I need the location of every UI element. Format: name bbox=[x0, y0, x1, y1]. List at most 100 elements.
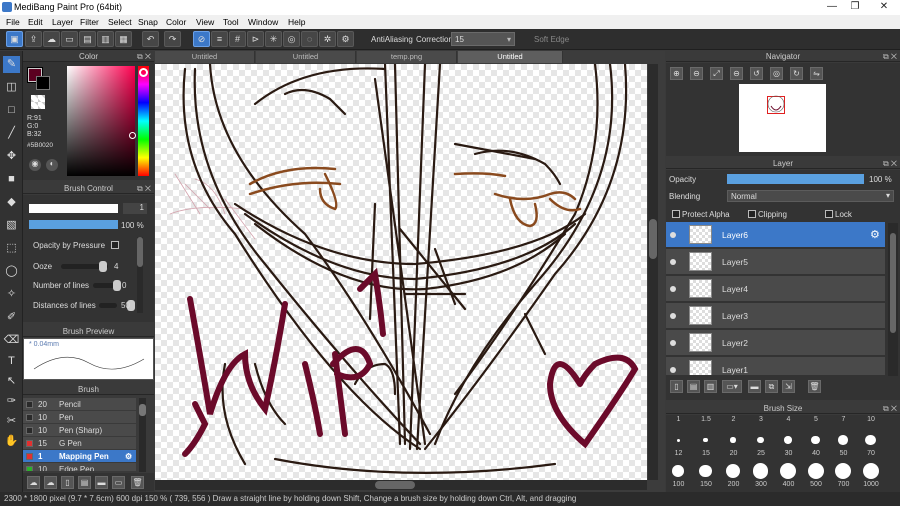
brush-size-option[interactable]: 100 bbox=[665, 481, 692, 488]
snap-parallel-icon[interactable]: ≡ bbox=[211, 31, 228, 47]
zoom-in-icon[interactable]: ⊕ bbox=[670, 67, 683, 80]
bucket-tool-icon[interactable]: ◆ bbox=[3, 194, 20, 211]
snap-settings-icon[interactable]: ✲ bbox=[319, 31, 336, 47]
layer-item[interactable]: Layer1 bbox=[666, 357, 885, 376]
add-brush-cloud-icon[interactable]: ☁ bbox=[27, 476, 40, 489]
menu-color[interactable]: Color bbox=[166, 17, 186, 27]
redo-icon[interactable]: ↷ bbox=[164, 31, 181, 47]
visibility-eye-icon[interactable] bbox=[670, 340, 676, 346]
snap-circle-icon[interactable]: ◎ bbox=[283, 31, 300, 47]
brush-size-dot[interactable] bbox=[730, 437, 736, 443]
transparent-swatch[interactable] bbox=[31, 95, 45, 109]
brush-size-dot[interactable] bbox=[699, 464, 712, 478]
brush-size-option[interactable]: 4 bbox=[775, 416, 802, 423]
brush-size-dot[interactable] bbox=[752, 463, 769, 479]
visibility-eye-icon[interactable] bbox=[670, 367, 676, 373]
protect-alpha-checkbox[interactable] bbox=[672, 210, 680, 218]
scrollbar-thumb[interactable] bbox=[890, 233, 896, 333]
brush-size-dot[interactable] bbox=[835, 463, 851, 479]
brush-size-dot[interactable] bbox=[676, 438, 680, 442]
select-tool-icon[interactable]: ⬚ bbox=[3, 240, 20, 257]
layer-item[interactable]: Layer3 bbox=[666, 303, 885, 329]
brush-size-dot[interactable] bbox=[703, 437, 708, 443]
brush-size-option[interactable]: 1.5 bbox=[693, 416, 720, 423]
tab-temp-png[interactable]: temp.png bbox=[357, 51, 457, 63]
layer-item[interactable]: Layer5 bbox=[666, 249, 885, 275]
brush-item[interactable]: 10 Edge Pen bbox=[23, 463, 136, 472]
delete-brush-icon[interactable]: 🗑 bbox=[131, 476, 144, 489]
panel-menu-icon[interactable]: ⧉ ✕ bbox=[883, 158, 897, 169]
brush-size-value[interactable]: 1 bbox=[123, 203, 147, 214]
brush-item[interactable]: 10 Pen bbox=[23, 411, 136, 424]
brush-cloud-icon[interactable]: ☁ bbox=[44, 476, 57, 489]
snap-grid-icon[interactable]: # bbox=[229, 31, 246, 47]
menu-help[interactable]: Help bbox=[288, 17, 305, 27]
brush-size-option[interactable]: 10 bbox=[858, 416, 885, 423]
brush-size-dot[interactable] bbox=[757, 436, 764, 444]
maximize-button[interactable]: ❐ bbox=[845, 1, 865, 12]
menu-view[interactable]: View bbox=[196, 17, 214, 27]
rotate-left-icon[interactable]: ↺ bbox=[750, 67, 763, 80]
brush-settings-gear-icon[interactable]: ⚙ bbox=[125, 450, 132, 463]
brush-size-dot[interactable] bbox=[726, 464, 740, 478]
layer-list-scrollbar[interactable] bbox=[888, 223, 898, 376]
new-halftone-layer-icon[interactable]: ▤ bbox=[687, 380, 700, 393]
brush-size-dot[interactable] bbox=[838, 435, 848, 445]
brush-size-option[interactable]: 7 bbox=[830, 416, 857, 423]
scrollbar-thumb[interactable] bbox=[139, 404, 146, 416]
brush-opacity-bar[interactable] bbox=[29, 220, 118, 229]
brush-size-option[interactable]: 300 bbox=[748, 481, 775, 488]
brush-item[interactable]: 15 G Pen bbox=[23, 437, 136, 450]
clipping-checkbox[interactable] bbox=[748, 210, 756, 218]
layer-opacity-track[interactable] bbox=[727, 174, 864, 184]
rotate-reset-icon[interactable]: ◎ bbox=[770, 67, 783, 80]
brush-item[interactable]: 20 Pencil bbox=[23, 398, 136, 411]
brush-control-scrollbar[interactable] bbox=[137, 237, 143, 313]
panel-menu-icon[interactable]: ⧉ ✕ bbox=[137, 183, 151, 194]
layer-settings-gear-icon[interactable]: ⚙ bbox=[870, 228, 880, 241]
move-tool-icon[interactable]: ✥ bbox=[3, 148, 20, 165]
snap-curve-icon[interactable]: ◌ bbox=[301, 31, 318, 47]
page-icon[interactable]: ▤ bbox=[79, 31, 96, 47]
brush-size-option[interactable]: 150 bbox=[693, 481, 720, 488]
brush-size-option[interactable]: 15 bbox=[693, 450, 720, 457]
lasso-tool-icon[interactable]: ◯ bbox=[3, 263, 20, 280]
fill-rect-tool-icon[interactable]: ■ bbox=[3, 171, 20, 188]
correction-dropdown[interactable]: 15 ▾ bbox=[451, 32, 515, 46]
close-button[interactable]: ✕ bbox=[874, 1, 894, 12]
eyedropper-tool-icon[interactable]: ✑ bbox=[3, 393, 20, 410]
menu-file[interactable]: File bbox=[6, 17, 20, 27]
opacity-pressure-checkbox[interactable] bbox=[111, 241, 119, 249]
line-tool-icon[interactable]: ╱ bbox=[3, 125, 20, 142]
brush-size-option[interactable]: 400 bbox=[775, 481, 802, 488]
panel-menu-icon[interactable]: ⧉ ✕ bbox=[883, 51, 897, 62]
brush-size-option[interactable]: 1 bbox=[665, 416, 692, 423]
ooze-slider-handle[interactable] bbox=[98, 261, 107, 272]
brush-size-option[interactable]: 12 bbox=[665, 450, 692, 457]
export-icon[interactable]: ⇪ bbox=[25, 31, 42, 47]
brush-size-option[interactable]: 3 bbox=[748, 416, 775, 423]
canvas-vertical-scrollbar[interactable] bbox=[648, 64, 658, 480]
brush-size-dot[interactable] bbox=[780, 463, 796, 479]
brush-list-scrollbar[interactable] bbox=[139, 398, 146, 472]
brush-tool-icon[interactable]: ✎ bbox=[3, 56, 20, 73]
hand-tool-icon[interactable]: ✋ bbox=[3, 433, 20, 450]
brush-size-dot[interactable] bbox=[807, 463, 824, 479]
brush-size-option[interactable]: 5 bbox=[803, 416, 830, 423]
canvas-horizontal-scrollbar[interactable] bbox=[155, 480, 647, 490]
visibility-eye-icon[interactable] bbox=[670, 286, 676, 292]
brush-size-option[interactable]: 40 bbox=[803, 450, 830, 457]
new-8bit-layer-icon[interactable]: ▥ bbox=[704, 380, 717, 393]
drawing-canvas[interactable] bbox=[155, 64, 647, 480]
brush-opacity-value[interactable]: 100 % bbox=[121, 221, 144, 230]
rect-tool-icon[interactable]: □ bbox=[3, 102, 20, 119]
new-layer-icon[interactable]: ▯ bbox=[670, 380, 683, 393]
visibility-eye-icon[interactable] bbox=[670, 259, 676, 265]
brush-size-option[interactable]: 20 bbox=[720, 450, 747, 457]
navigator-thumbnail[interactable] bbox=[739, 84, 826, 152]
tab-untitled-2[interactable]: Untitled bbox=[256, 51, 356, 63]
fit-screen-icon[interactable]: ⤢ bbox=[710, 67, 723, 80]
cloud-icon[interactable]: ☁ bbox=[43, 31, 60, 47]
duplicate-layer-icon[interactable]: ⧉ bbox=[765, 380, 778, 393]
brush-import-icon[interactable]: ▭ bbox=[112, 476, 125, 489]
